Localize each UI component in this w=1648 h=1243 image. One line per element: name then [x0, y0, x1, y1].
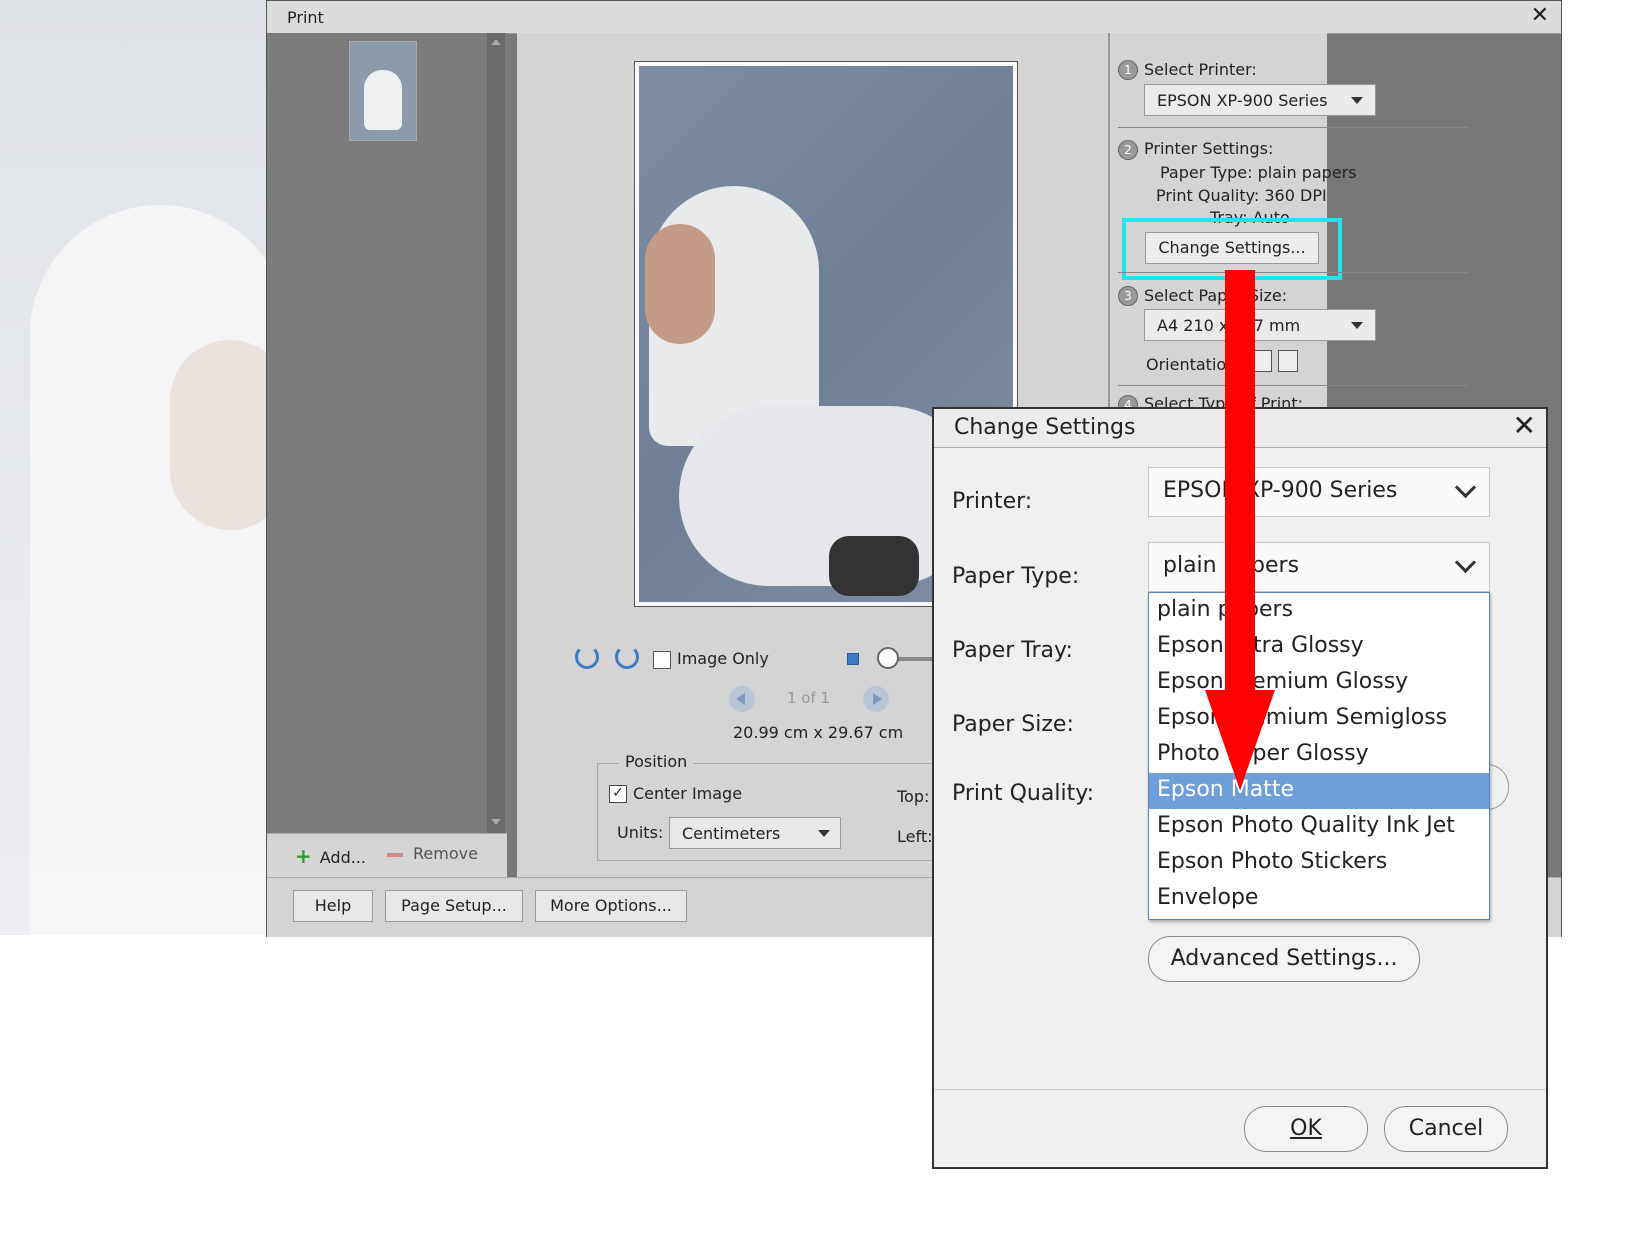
rotate-left-icon[interactable]	[575, 645, 599, 669]
top-label: Top:	[897, 787, 930, 806]
image-only-label: Image Only	[677, 649, 769, 668]
units-value: Centimeters	[682, 824, 781, 843]
paper-type-label: Paper Type:	[952, 564, 1080, 589]
next-page-icon[interactable]	[863, 686, 889, 712]
zoom-slider-handle[interactable]	[877, 647, 899, 669]
close-icon[interactable]: ✕	[1513, 409, 1536, 442]
more-options-button[interactable]: More Options...	[535, 890, 687, 922]
paper-type-dropdown-list: plain papers Epson Ultra Glossy Epson Pr…	[1148, 592, 1490, 920]
thumbnail-scrollbar[interactable]	[487, 33, 505, 833]
thumbnail-panel	[267, 33, 507, 833]
minus-icon	[387, 852, 403, 857]
remove-label: Remove	[413, 844, 478, 863]
units-select[interactable]: Centimeters	[669, 817, 841, 849]
position-legend: Position	[619, 752, 694, 771]
dropdown-option[interactable]: Photo Paper Glossy	[1149, 737, 1489, 773]
add-label: Add...	[319, 848, 366, 867]
divider	[1118, 272, 1468, 273]
page-indicator: 1 of 1	[787, 689, 831, 707]
remove-button[interactable]: Remove	[387, 844, 478, 863]
units-label: Units:	[617, 823, 664, 842]
background-photo	[0, 0, 270, 935]
print-quality-label: Print Quality:	[952, 781, 1095, 806]
step-2-badge: 2	[1118, 140, 1138, 160]
dropdown-option-selected[interactable]: Epson Matte	[1149, 773, 1489, 809]
dropdown-option[interactable]: Epson Photo Stickers	[1149, 845, 1489, 881]
print-quality-line: Print Quality: 360 DPI	[1156, 186, 1327, 205]
printer-value: EPSON XP-900 Series	[1157, 91, 1328, 110]
paper-type-line: Paper Type: plain papers	[1160, 163, 1357, 182]
thumbnail-footer: + Add... Remove	[267, 833, 507, 878]
printer-settings-label: Printer Settings:	[1144, 139, 1274, 158]
paper-tray-label: Paper Tray:	[952, 638, 1073, 663]
dropdown-arrow-icon	[1351, 97, 1363, 104]
print-window-title: Print	[287, 8, 324, 27]
close-icon[interactable]: ✕	[1531, 3, 1549, 28]
dropdown-option[interactable]: Epson Premium Glossy	[1149, 665, 1489, 701]
red-arrow-annotation	[1205, 270, 1275, 790]
dropdown-arrow-icon	[1351, 322, 1363, 329]
page-setup-button[interactable]: Page Setup...	[385, 890, 523, 922]
dialog-divider	[934, 1089, 1546, 1090]
printer-label: Printer:	[952, 489, 1033, 514]
landscape-orientation-icon[interactable]	[1278, 350, 1298, 372]
printer-value: EPSON XP-900 Series	[1163, 478, 1398, 503]
prev-page-icon[interactable]	[729, 686, 755, 712]
dialog-title: Change Settings	[954, 415, 1136, 440]
scroll-up-icon[interactable]	[491, 39, 501, 45]
add-button[interactable]: + Add...	[295, 844, 366, 868]
printer-select[interactable]: EPSON XP-900 Series	[1148, 467, 1490, 517]
dropdown-option[interactable]: Envelope	[1149, 881, 1489, 917]
divider	[1118, 127, 1468, 128]
image-only-checkbox[interactable]	[653, 651, 671, 669]
photo-thumbnail[interactable]	[349, 41, 417, 141]
divider	[1118, 385, 1468, 386]
background-figure	[30, 205, 270, 935]
scroll-down-icon[interactable]	[491, 819, 501, 825]
zoom-small-icon	[847, 653, 859, 665]
print-title-bar: Print ✕	[267, 1, 1561, 34]
dropdown-option[interactable]: Epson Premium Semigloss	[1149, 701, 1489, 737]
printer-select[interactable]: EPSON XP-900 Series	[1144, 84, 1376, 116]
dropdown-arrow-icon	[818, 830, 830, 837]
advanced-settings-button[interactable]: Advanced Settings...	[1148, 936, 1420, 982]
ok-button[interactable]: OK	[1244, 1106, 1368, 1152]
dropdown-option[interactable]: Epson Ultra Glossy	[1149, 629, 1489, 665]
chevron-down-icon	[1454, 476, 1477, 499]
paper-type-select[interactable]: plain papers	[1148, 542, 1490, 592]
cancel-button[interactable]: Cancel	[1384, 1106, 1508, 1152]
rotate-right-icon[interactable]	[615, 645, 639, 669]
background-face	[170, 340, 270, 530]
dropdown-option[interactable]: Epson Photo Quality Ink Jet	[1149, 809, 1489, 845]
center-image-checkbox[interactable]: ✓	[609, 785, 627, 803]
plus-icon: +	[295, 844, 312, 868]
print-dimensions: 20.99 cm x 29.67 cm	[733, 723, 904, 742]
paper-size-label: Paper Size:	[952, 712, 1074, 737]
select-printer-label: Select Printer:	[1144, 60, 1257, 79]
help-button[interactable]: Help	[293, 890, 373, 922]
step-1-badge: 1	[1118, 60, 1138, 80]
chevron-down-icon	[1454, 551, 1477, 574]
center-image-label: Center Image	[633, 784, 743, 803]
step-3-badge: 3	[1118, 286, 1138, 306]
left-label: Left:	[897, 827, 933, 846]
dropdown-option[interactable]: plain papers	[1149, 593, 1489, 629]
